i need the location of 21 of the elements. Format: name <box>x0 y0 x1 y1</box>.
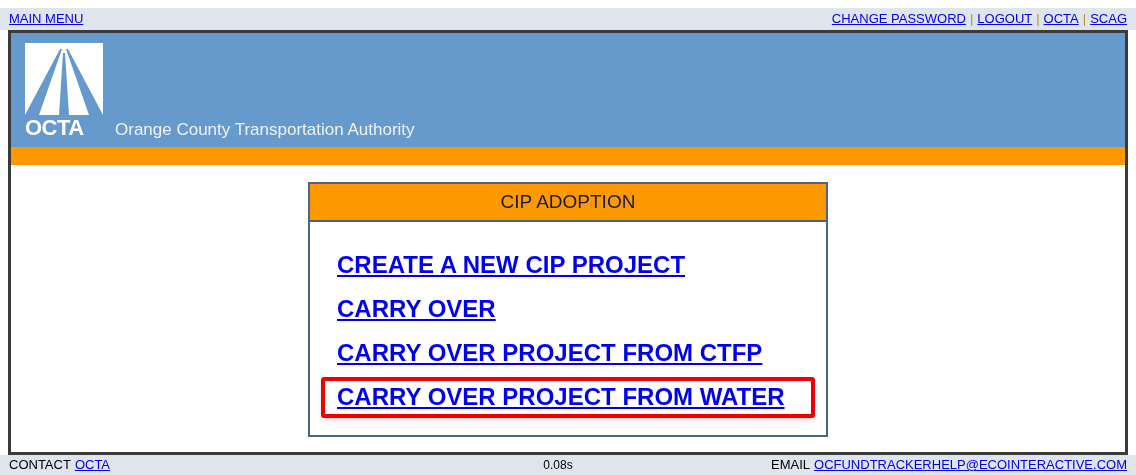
nav-link[interactable]: SCAG <box>1090 9 1127 29</box>
menu-link[interactable]: CARRY OVER PROJECT FROM CTFP <box>337 339 763 366</box>
nav-link[interactable]: MAIN MENU <box>9 9 84 29</box>
menu-link[interactable]: CREATE A NEW CIP PROJECT <box>337 251 686 278</box>
email-link[interactable]: OCFUNDTRACKERHELP@ECOINTERACTIVE.COM <box>814 455 1127 475</box>
nav-link[interactable]: LOGOUT <box>977 9 1033 29</box>
page-timing: 0.08s <box>543 457 573 474</box>
contact-link[interactable]: OCTA <box>74 455 111 475</box>
link-separator: | <box>1082 10 1087 29</box>
menu-link[interactable]: CARRY OVER <box>337 295 496 322</box>
panel-title: CIP ADOPTION <box>310 184 826 222</box>
nav-link[interactable]: CHANGE PASSWORD <box>831 9 966 29</box>
menu-link[interactable]: CARRY OVER PROJECT FROM WATER <box>337 383 785 410</box>
email-label: EMAIL <box>771 456 811 475</box>
road-logo-icon <box>25 43 103 115</box>
link-separator: | <box>1036 10 1040 29</box>
contact-label: CONTACT <box>9 456 71 475</box>
link-separator: | <box>969 10 974 29</box>
nav-link[interactable]: OCTA <box>1043 9 1079 29</box>
agency-name: Orange County Transportation Authority <box>115 121 415 138</box>
logo-text: OCTA <box>25 117 84 139</box>
